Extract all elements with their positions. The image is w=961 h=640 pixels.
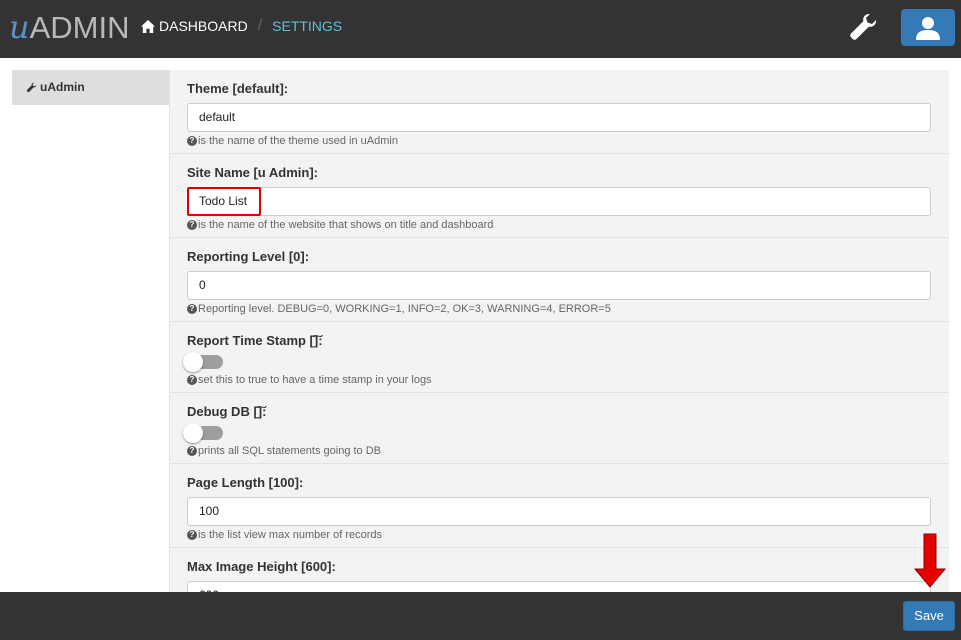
wrench-icon[interactable]: [848, 12, 878, 42]
logo-admin: ADMIN: [29, 10, 130, 45]
sidebar-item-uadmin[interactable]: uAdmin: [12, 70, 170, 105]
user-icon: [916, 16, 940, 40]
wrench-icon: [26, 82, 37, 92]
page-length-label: Page Length [100]:: [187, 475, 304, 490]
breadcrumb-separator: /: [257, 17, 263, 34]
debug-db-help: ? prints all SQL statements going to DB: [187, 445, 381, 457]
question-icon: ?: [187, 136, 197, 146]
site-name-highlight: [187, 187, 261, 216]
report-time-stamp-help-text: set this to true to have a time stamp in…: [198, 374, 432, 386]
setting-site-name: Site Name [u Admin]: Todo List ? is the …: [170, 154, 949, 238]
site-name-help: ? is the name of the website that shows …: [187, 219, 493, 231]
arrow-down-icon: [913, 533, 947, 588]
bottom-bar: [0, 592, 961, 640]
question-icon: ?: [187, 375, 197, 385]
reporting-level-help: ? Reporting level. DEBUG=0, WORKING=1, I…: [187, 303, 611, 315]
setting-debug-db: Debug DB [͠]: ? prints all SQL statement…: [170, 393, 949, 464]
site-name-help-text: is the name of the website that shows on…: [198, 219, 494, 231]
setting-theme: Theme [default]: default ? is the name o…: [170, 70, 949, 154]
settings-panel: Theme [default]: default ? is the name o…: [169, 70, 949, 592]
question-icon: ?: [187, 446, 197, 456]
setting-page-length: Page Length [100]: 100 ? is the list vie…: [170, 464, 949, 548]
question-icon: ?: [187, 530, 197, 540]
question-icon: ?: [187, 220, 197, 230]
setting-max-image-height: Max Image Height [600]: 600: [170, 548, 949, 592]
setting-report-time-stamp: Report Time Stamp [͠]: ? set this to tru…: [170, 322, 949, 393]
toggle-knob: [183, 423, 203, 443]
theme-help: ? is the name of the theme used in uAdmi…: [187, 135, 398, 147]
report-time-stamp-toggle[interactable]: [183, 350, 223, 372]
max-image-height-input[interactable]: 600: [187, 581, 931, 592]
save-button[interactable]: Save: [903, 601, 955, 631]
sidebar-item-label: uAdmin: [40, 80, 85, 94]
page-length-help-text: is the list view max number of records: [198, 529, 383, 541]
theme-label: Theme [default]:: [187, 81, 289, 96]
reporting-level-help-text: Reporting level. DEBUG=0, WORKING=1, INF…: [198, 303, 611, 315]
breadcrumb: DASHBOARD / SETTINGS: [141, 17, 342, 35]
home-icon: [141, 19, 155, 33]
debug-db-toggle[interactable]: [183, 421, 223, 443]
reporting-level-input[interactable]: 0: [187, 271, 931, 300]
top-navbar: u ADMIN DASHBOARD / SETTINGS: [0, 0, 961, 58]
sidebar-item-label-wrap: uAdmin: [26, 80, 85, 94]
debug-db-help-text: prints all SQL statements going to DB: [198, 445, 382, 457]
report-time-stamp-help: ? set this to true to have a time stamp …: [187, 374, 432, 386]
page-length-input[interactable]: 100: [187, 497, 931, 526]
breadcrumb-settings: SETTINGS: [272, 18, 343, 34]
theme-input[interactable]: default: [187, 103, 931, 132]
breadcrumb-dashboard-label: DASHBOARD: [159, 18, 248, 34]
theme-help-text: is the name of the theme used in uAdmin: [198, 135, 398, 147]
setting-reporting-level: Reporting Level [0]: 0 ? Reporting level…: [170, 238, 949, 322]
page-length-help: ? is the list view max number of records: [187, 529, 382, 541]
debug-db-label: Debug DB [͠]:: [187, 404, 267, 419]
toggle-knob: [183, 352, 203, 372]
question-icon: ?: [187, 304, 197, 314]
max-image-height-label: Max Image Height [600]:: [187, 559, 336, 574]
breadcrumb-dashboard[interactable]: DASHBOARD: [141, 18, 248, 34]
site-name-label: Site Name [u Admin]:: [187, 165, 318, 180]
site-name-input[interactable]: Todo List: [187, 187, 931, 216]
report-time-stamp-label: Report Time Stamp [͠]:: [187, 333, 323, 348]
logo[interactable]: u ADMIN: [9, 8, 130, 48]
user-button[interactable]: [901, 9, 955, 46]
logo-u: u: [9, 8, 30, 46]
reporting-level-label: Reporting Level [0]:: [187, 249, 310, 264]
